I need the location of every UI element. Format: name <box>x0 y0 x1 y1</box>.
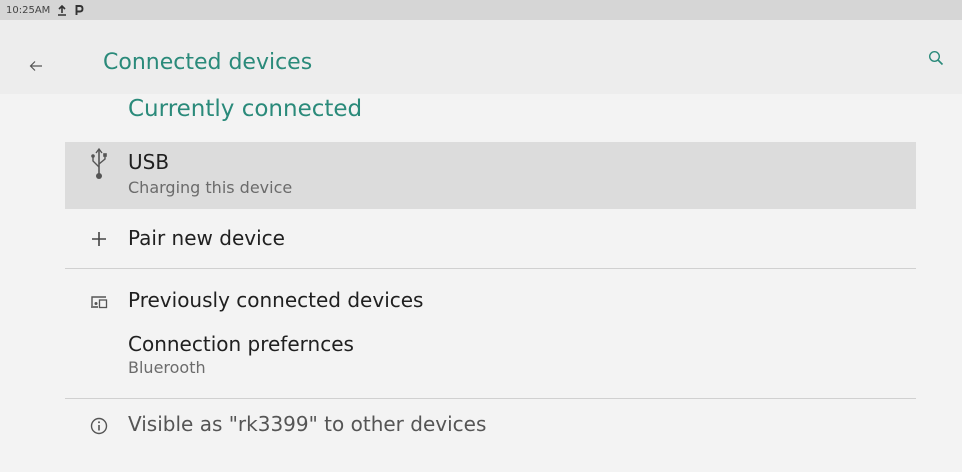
devices-icon <box>87 290 111 314</box>
usb-subtitle: Charging this device <box>128 178 293 197</box>
usb-icon <box>87 147 111 179</box>
connection-preferences-subtitle: Bluerooth <box>128 358 206 377</box>
status-bar: 10:25AM <box>0 0 962 20</box>
divider <box>65 398 916 399</box>
app-bar: Connected devices <box>0 20 962 94</box>
connection-preferences-item[interactable]: Connection prefernces Bluerooth <box>65 330 916 392</box>
back-arrow-icon <box>29 57 43 76</box>
section-header-currently-connected: Currently connected <box>128 96 363 122</box>
pair-new-device-title: Pair new device <box>128 226 285 250</box>
previously-connected-devices-item[interactable]: Previously connected devices <box>65 276 916 326</box>
usb-device-item[interactable]: USB Charging this device <box>65 142 916 209</box>
divider <box>65 268 916 269</box>
usb-title: USB <box>128 150 170 174</box>
connection-preferences-title: Connection prefernces <box>128 332 354 356</box>
plus-icon <box>87 227 111 251</box>
pair-new-device-item[interactable]: Pair new device <box>65 212 916 264</box>
parking-icon <box>74 4 84 16</box>
search-button[interactable] <box>924 48 948 72</box>
search-icon <box>928 50 944 70</box>
back-button[interactable] <box>24 54 48 78</box>
status-time: 10:25AM <box>6 4 51 16</box>
page-title: Connected devices <box>103 50 313 75</box>
info-icon <box>87 414 111 438</box>
visibility-text: Visible as "rk3399" to other devices <box>128 412 487 436</box>
upload-icon <box>57 4 67 16</box>
previously-connected-title: Previously connected devices <box>128 288 424 312</box>
visibility-footer: Visible as "rk3399" to other devices <box>65 404 916 448</box>
